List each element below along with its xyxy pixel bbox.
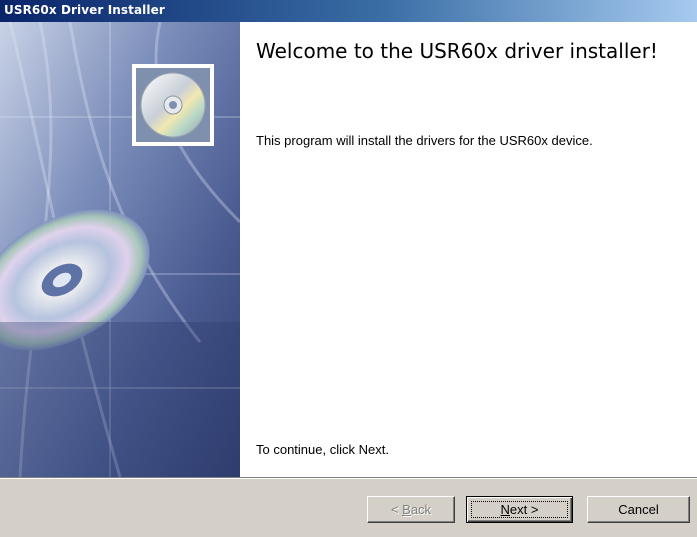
cancel-button[interactable]: Cancel [587,496,690,523]
next-button[interactable]: Next > [466,496,573,523]
window-title: USR60x Driver Installer [4,3,165,17]
installer-window: USR60x Driver Installer Welcome to the U… [0,0,697,537]
welcome-panel: Welcome to the USR60x driver installer! … [256,22,686,477]
back-button[interactable]: < Back [367,496,455,523]
welcome-description: This program will install the drivers fo… [256,133,593,148]
back-button-rest: ack [410,502,432,517]
back-button-prefix: < [390,502,403,517]
welcome-heading: Welcome to the USR60x driver installer! [256,39,658,63]
wizard-side-image [0,22,240,477]
title-bar[interactable]: USR60x Driver Installer [0,0,697,22]
next-button-rest: ext > [509,502,539,517]
continue-hint: To continue, click Next. [256,442,389,457]
wizard-content: Welcome to the USR60x driver installer! … [0,22,697,477]
button-separator [0,477,697,479]
cancel-button-label: Cancel [618,502,659,517]
next-button-mnemonic: N [500,502,510,517]
back-button-mnemonic: B [402,502,411,517]
cd-disc-icon [140,72,206,138]
